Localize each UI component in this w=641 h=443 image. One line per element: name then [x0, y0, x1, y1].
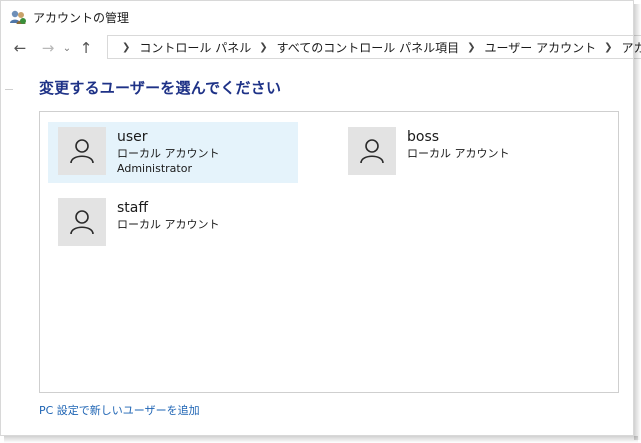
breadcrumb-user-accounts[interactable]: ユーザー アカウント [485, 39, 597, 56]
account-list: user ローカル アカウント Administrator boss ローカル … [39, 111, 619, 393]
title-bar: アカウントの管理 [1, 1, 633, 33]
account-tile-boss[interactable]: boss ローカル アカウント [338, 122, 588, 183]
account-name: boss [407, 129, 440, 145]
page-heading: 変更するユーザーを選んでください [39, 79, 282, 97]
account-type: ローカル アカウント [117, 218, 220, 231]
forward-button[interactable]: → [37, 37, 59, 59]
window-shadow [634, 4, 641, 440]
chevron-down-icon: ⌄ [62, 42, 72, 54]
person-icon [70, 139, 94, 164]
avatar [58, 127, 106, 175]
account-management-window: アカウントの管理 ← → ⌄ ↑ ❯ コントロール パネル ❯ すべてのコントロ [0, 0, 641, 436]
account-role: Administrator [117, 162, 192, 175]
window-title: アカウントの管理 [33, 10, 130, 25]
chevron-right-icon[interactable]: ❯ [259, 42, 267, 53]
user-accounts-icon [10, 10, 26, 24]
account-name: staff [117, 200, 149, 216]
recent-locations-button[interactable]: ⌄ [59, 37, 75, 59]
breadcrumb-control-panel[interactable]: コントロール パネル [139, 39, 251, 56]
person-icon [70, 210, 94, 235]
arrow-up-icon: ↑ [79, 39, 93, 57]
divider [5, 89, 13, 90]
account-type: ローカル アカウント [117, 147, 220, 160]
breadcrumb-all-items[interactable]: すべてのコントロール パネル項目 [277, 39, 460, 56]
chevron-right-icon: ❯ [122, 41, 131, 53]
arrow-right-icon: → [41, 39, 55, 57]
window-shadow [4, 436, 638, 443]
account-name: user [117, 129, 148, 145]
back-button[interactable]: ← [9, 37, 31, 59]
up-button[interactable]: ↑ [75, 37, 97, 59]
arrow-left-icon: ← [13, 39, 27, 57]
avatar [348, 127, 396, 175]
account-tile-staff[interactable]: staff ローカル アカウント [48, 193, 298, 254]
add-user-link[interactable]: PC 設定で新しいユーザーを追加 [39, 402, 200, 418]
account-tile-user[interactable]: user ローカル アカウント Administrator [48, 122, 298, 183]
chevron-right-icon[interactable]: ❯ [604, 42, 612, 53]
person-icon [360, 139, 384, 164]
chevron-right-icon[interactable]: ❯ [467, 42, 475, 53]
address-bar[interactable]: ❯ コントロール パネル ❯ すべてのコントロール パネル項目 ❯ ユーザー ア… [107, 35, 641, 59]
account-type: ローカル アカウント [407, 147, 510, 160]
navigation-bar: ← → ⌄ ↑ ❯ コントロール パネル ❯ すべてのコントロール パネル項目 … [1, 35, 641, 61]
avatar [58, 198, 106, 246]
